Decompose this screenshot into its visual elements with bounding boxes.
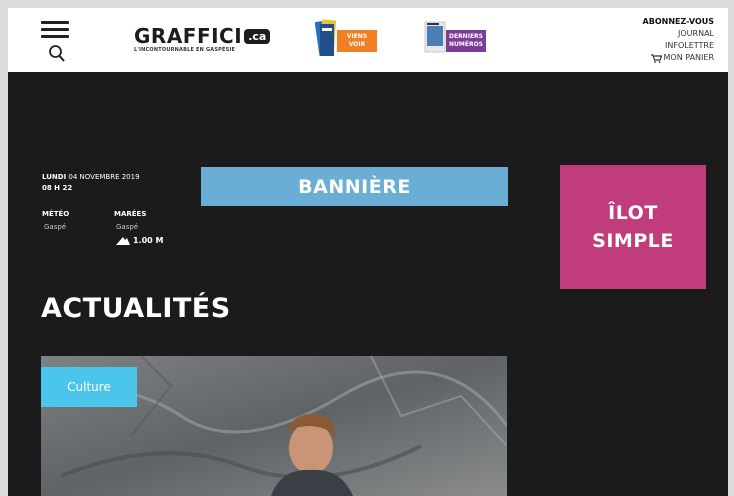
search-icon[interactable]: [48, 44, 66, 64]
promo-viens-voir[interactable]: VIENS VOIR: [315, 18, 379, 60]
promo-viens-voir-label: VIENS VOIR: [337, 30, 377, 52]
newsletter-link[interactable]: INFOLETTRE: [643, 40, 714, 52]
logo-suffix: .ca: [244, 29, 271, 44]
date-label: 04 NOVEMBRE 2019: [68, 173, 140, 181]
account-links: ABONNEZ-VOUS JOURNAL INFOLETTRE MON PANI…: [643, 16, 714, 67]
weather-widget[interactable]: MÉTÉO Gaspé: [42, 208, 69, 234]
section-title: ACTUALITÉS: [41, 293, 231, 324]
cart-label: MON PANIER: [663, 53, 714, 62]
date-time-block: LUNDI 04 NOVEMBRE 2019 08 H 22: [42, 172, 140, 194]
magazine-cover-icon: [424, 21, 446, 53]
article-card[interactable]: Culture: [41, 356, 507, 496]
site-header: GRAFFICI .ca L'INCONTOURNABLE EN GASPÉSIE…: [8, 8, 728, 72]
time-label: 08 H 22: [42, 184, 73, 192]
wave-icon: [116, 237, 130, 245]
subscribe-link[interactable]: ABONNEZ-VOUS: [643, 16, 714, 28]
category-badge[interactable]: Culture: [41, 367, 137, 407]
weather-location: Gaspé: [44, 223, 67, 231]
magazine-stack-icon: [315, 19, 337, 56]
page-frame: GRAFFICI .ca L'INCONTOURNABLE EN GASPÉSIE…: [8, 8, 728, 496]
cart-icon: [650, 53, 662, 63]
hamburger-icon[interactable]: [41, 21, 69, 39]
weather-heading: MÉTÉO: [42, 210, 70, 218]
logo-name: GRAFFICI: [134, 24, 243, 48]
tides-location: Gaspé: [116, 223, 139, 231]
promo-derniers-line1: DERNIERS: [448, 33, 483, 40]
promo-viens-voir-line2: VOIR: [348, 41, 366, 48]
site-logo[interactable]: GRAFFICI .ca L'INCONTOURNABLE EN GASPÉSIE: [134, 24, 284, 60]
promo-derniers-numeros-label: DERNIERS NUMÉROS: [446, 30, 486, 52]
tides-widget[interactable]: MARÉES Gaspé: [114, 208, 146, 234]
tides-heading: MARÉES: [114, 210, 147, 218]
cart-link[interactable]: MON PANIER: [650, 52, 714, 64]
banner-ad[interactable]: BANNIÈRE: [201, 167, 508, 206]
promo-viens-voir-line1: VIENS: [346, 33, 368, 40]
promo-derniers-numeros[interactable]: DERNIERS NUMÉROS: [424, 18, 488, 60]
tide-value: 1.00 M: [116, 234, 163, 247]
day-label: LUNDI: [42, 173, 67, 181]
logo-tagline: L'INCONTOURNABLE EN GASPÉSIE: [134, 47, 236, 53]
ilot-simple-ad[interactable]: ÎLOT SIMPLE: [560, 165, 706, 289]
ilot-line2: SIMPLE: [592, 230, 674, 252]
tide-value-text: 1.00 M: [133, 236, 164, 245]
promo-derniers-line2: NUMÉROS: [448, 41, 483, 48]
ilot-line1: ÎLOT: [608, 202, 658, 224]
journal-link[interactable]: JOURNAL: [643, 28, 714, 40]
